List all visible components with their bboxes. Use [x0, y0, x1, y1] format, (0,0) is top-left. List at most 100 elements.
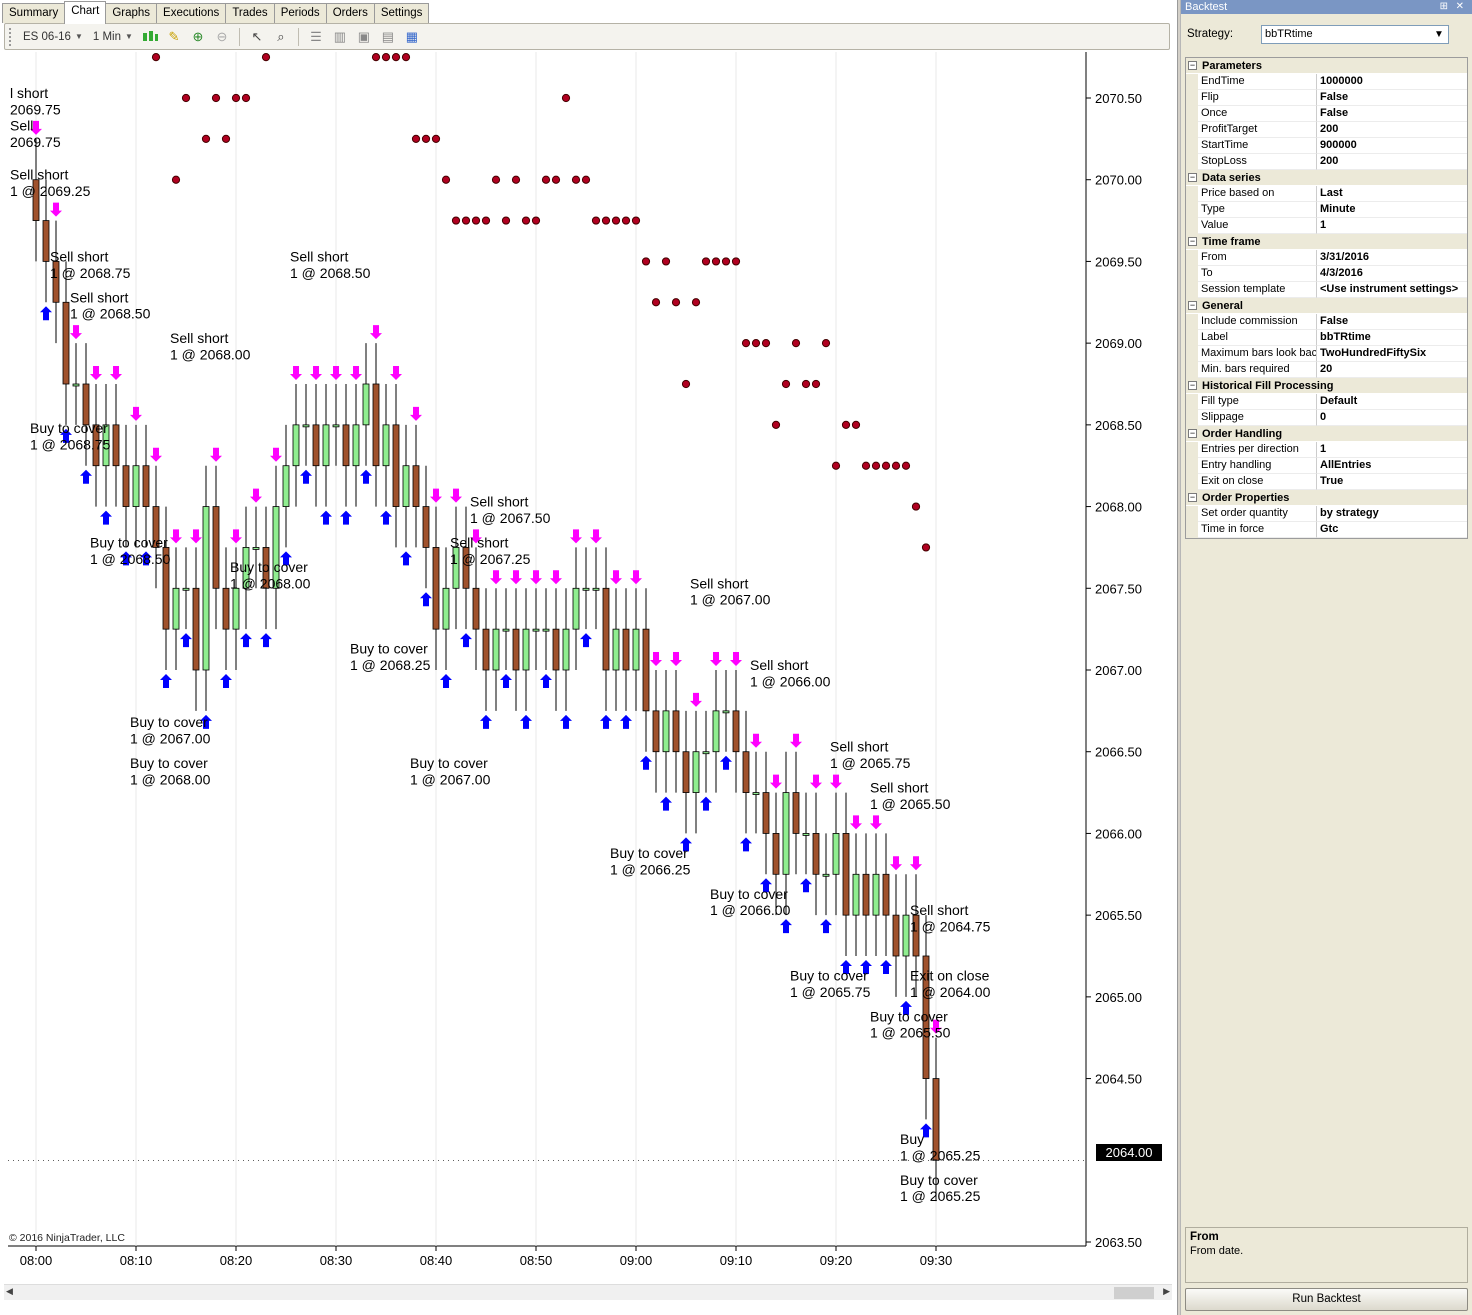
trade-label: Sell short — [870, 780, 928, 796]
instrument-selector[interactable]: ES 06-16 ▼ — [19, 26, 87, 48]
category-header[interactable]: − Parameters — [1186, 58, 1467, 74]
property-row[interactable]: Fill type Default — [1186, 394, 1467, 410]
tab-executions[interactable]: Executions — [156, 3, 227, 23]
sell-arrow-icon — [150, 447, 162, 462]
property-row[interactable]: From 3/31/2016 — [1186, 250, 1467, 266]
property-row[interactable]: Once False — [1186, 106, 1467, 122]
chart-image-button[interactable]: ▣ — [353, 27, 375, 47]
category-header[interactable]: − Historical Fill Processing — [1186, 378, 1467, 394]
property-row[interactable]: Price based on Last — [1186, 186, 1467, 202]
property-value[interactable]: by strategy — [1317, 506, 1467, 522]
property-value[interactable]: False — [1317, 106, 1467, 122]
collapse-icon[interactable]: − — [1188, 173, 1197, 182]
tab-chart[interactable]: Chart — [64, 1, 107, 24]
property-value[interactable]: 0 — [1317, 410, 1467, 426]
property-row[interactable]: Entry handling AllEntries — [1186, 458, 1467, 474]
property-value[interactable]: TwoHundredFiftySix — [1317, 346, 1467, 362]
price-chart[interactable]: 2070.50 2070.00 2069.50 2069.00 2068.50 2068.… — [4, 52, 1172, 1282]
category-header[interactable]: − Data series — [1186, 170, 1467, 186]
magnify-button[interactable]: ⌕ — [270, 27, 292, 47]
property-value[interactable]: True — [1317, 474, 1467, 490]
collapse-icon[interactable]: − — [1188, 381, 1197, 390]
category-header[interactable]: − Order Properties — [1186, 490, 1467, 506]
stop-dot — [701, 257, 711, 266]
property-row[interactable]: Slippage 0 — [1186, 410, 1467, 426]
drawing-tools-button[interactable]: ✎ — [163, 27, 185, 47]
property-row[interactable]: Entries per direction 1 — [1186, 442, 1467, 458]
property-value[interactable]: Minute — [1317, 202, 1467, 218]
sell-arrow-icon — [330, 366, 342, 380]
property-row[interactable]: To 4/3/2016 — [1186, 266, 1467, 282]
bar-style-button[interactable] — [139, 27, 161, 47]
property-row[interactable]: ProfitTarget 200 — [1186, 122, 1467, 138]
property-row[interactable]: Maximum bars look back TwoHundredFiftySix — [1186, 346, 1467, 362]
property-value[interactable]: 1 — [1317, 442, 1467, 458]
strategies-button[interactable]: ▥ — [329, 27, 351, 47]
collapse-icon[interactable]: − — [1188, 61, 1197, 70]
property-row[interactable]: StartTime 900000 — [1186, 138, 1467, 154]
property-row[interactable]: Min. bars required 20 — [1186, 362, 1467, 378]
scroll-thumb[interactable] — [1114, 1287, 1154, 1299]
property-row[interactable]: Include commission False — [1186, 314, 1467, 330]
run-backtest-button[interactable]: Run Backtest — [1185, 1288, 1468, 1311]
property-row[interactable]: Exit on close True — [1186, 474, 1467, 490]
property-row[interactable]: Label bbTRtime — [1186, 330, 1467, 346]
category-header[interactable]: − General — [1186, 298, 1467, 314]
collapse-icon[interactable]: − — [1188, 237, 1197, 246]
property-value[interactable]: 4/3/2016 — [1317, 266, 1467, 282]
indicators-button[interactable]: ☰ — [305, 27, 327, 47]
scroll-right-icon[interactable]: ▶ — [1163, 1286, 1170, 1297]
collapse-icon[interactable]: − — [1188, 493, 1197, 502]
chart-canvas[interactable]: 2070.50 2070.00 2069.50 2069.00 2068.50 2068.… — [4, 52, 1172, 1282]
y-tick-label: 2068.00 — [1095, 500, 1142, 515]
zoom-out-button[interactable]: ⊖ — [211, 27, 233, 47]
property-value[interactable]: False — [1317, 90, 1467, 106]
close-icon[interactable]: ✕ — [1456, 0, 1464, 14]
property-value[interactable]: bbTRtime — [1317, 330, 1467, 346]
property-row[interactable]: Session template <Use instrument settings… — [1186, 282, 1467, 298]
strategy-select[interactable]: bbTRtime ▼ — [1261, 24, 1449, 44]
property-value[interactable]: 1 — [1317, 218, 1467, 234]
tab-graphs[interactable]: Graphs — [105, 3, 158, 23]
properties-button[interactable]: ▦ — [401, 27, 423, 47]
horizontal-scrollbar[interactable]: ◀ ▶ — [4, 1284, 1172, 1300]
property-name: Flip — [1198, 90, 1317, 106]
property-row[interactable]: Value 1 — [1186, 218, 1467, 234]
property-value[interactable]: Gtc — [1317, 522, 1467, 538]
scroll-left-icon[interactable]: ◀ — [6, 1286, 13, 1297]
property-row[interactable]: Set order quantity by strategy — [1186, 506, 1467, 522]
tab-orders[interactable]: Orders — [325, 3, 375, 23]
property-value[interactable]: False — [1317, 314, 1467, 330]
zoom-in-button[interactable]: ⊕ — [187, 27, 209, 47]
property-row[interactable]: Type Minute — [1186, 202, 1467, 218]
toolbar-grip[interactable] — [9, 27, 13, 46]
data-box-button[interactable]: ▤ — [377, 27, 399, 47]
property-row[interactable]: StopLoss 200 — [1186, 154, 1467, 170]
candle-body — [392, 424, 400, 507]
tab-summary[interactable]: Summary — [2, 3, 66, 23]
tab-periods[interactable]: Periods — [273, 3, 327, 23]
pin-icon[interactable]: ⊞ — [1440, 0, 1448, 14]
collapse-icon[interactable]: − — [1188, 301, 1197, 310]
property-value[interactable]: 20 — [1317, 362, 1467, 378]
property-row[interactable]: Time in force Gtc — [1186, 522, 1467, 538]
cursor-button[interactable]: ↖ — [246, 27, 268, 47]
property-value[interactable]: AllEntries — [1317, 458, 1467, 474]
property-value[interactable]: Default — [1317, 394, 1467, 410]
category-header[interactable]: − Order Handling — [1186, 426, 1467, 442]
collapse-icon[interactable]: − — [1188, 429, 1197, 438]
property-value[interactable]: Last — [1317, 186, 1467, 202]
property-value[interactable]: <Use instrument settings> — [1317, 282, 1467, 298]
property-value[interactable]: 1000000 — [1317, 74, 1467, 90]
interval-selector[interactable]: 1 Min ▼ — [89, 26, 137, 48]
tab-settings[interactable]: Settings — [373, 3, 430, 23]
property-row[interactable]: Flip False — [1186, 90, 1467, 106]
property-row[interactable]: EndTime 1000000 — [1186, 74, 1467, 90]
property-value[interactable]: 200 — [1317, 154, 1467, 170]
category-header[interactable]: − Time frame — [1186, 234, 1467, 250]
property-value[interactable]: 200 — [1317, 122, 1467, 138]
property-value[interactable]: 3/31/2016 — [1317, 250, 1467, 266]
sell-arrow-icon — [870, 815, 882, 830]
property-value[interactable]: 900000 — [1317, 138, 1467, 154]
tab-trades[interactable]: Trades — [225, 3, 275, 23]
